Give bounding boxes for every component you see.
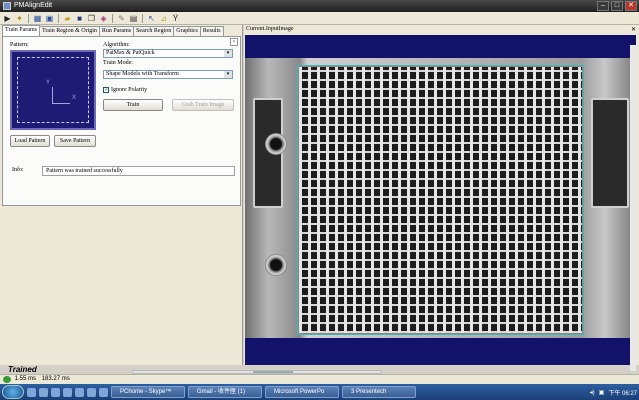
toolbar: ▶ ✦ ▦ ▣ ▰ ■ ❐ ◈ ✎ ▤ ↖ ⊿ Ÿ [0,12,639,25]
quicklaunch-icon[interactable] [87,387,96,397]
image-view-title: Current.InputImage [246,26,294,32]
app-icon [3,2,11,10]
algorithm-value: PatMax & PatQuick [106,50,155,56]
ignore-polarity-label: Ignore Polarity [111,87,148,93]
pattern-preview: X Y [10,50,96,130]
grid-icon[interactable]: ▦ [33,14,42,23]
chevron-down-icon: ▾ [224,71,232,78]
camera-image [245,58,636,338]
pattern-region [17,57,89,123]
run-time-2: 183.27 ms [41,376,70,382]
tab-run-params[interactable]: Run Params [98,26,135,36]
info-label: Info: [12,167,24,173]
quicklaunch-icon[interactable] [63,387,72,397]
save-pattern-button[interactable]: Save Pattern [54,135,96,147]
cursor-icon[interactable]: ↖ [147,14,156,23]
network-icon[interactable]: ▣ [599,389,605,396]
system-tray: ◂) ▣ 下午 06:27 [590,386,637,398]
taskbar-item-powerpoint[interactable]: Microsoft PowerPo [265,386,339,398]
edit-panel: Train Params Train Region & Origin Run P… [0,25,243,365]
search-region-outline [297,65,584,335]
maximize-button[interactable]: □ [611,1,623,11]
image-display-panel: Current.InputImage ✕ [244,25,639,371]
grab-train-image-button[interactable]: Grab Train Image [172,99,234,111]
taskbar-item-skype[interactable]: PChome - Skype™ [111,386,185,398]
run-time-1: 1.55 ms [14,376,37,382]
status-bar: 1.55 ms 183.27 ms [0,374,639,384]
magic-wand-icon[interactable]: ✦ [15,14,24,23]
train-mode-select[interactable]: Shape Models with Transform ▾ [103,70,233,79]
tab-search-region[interactable]: Search Region [133,26,175,36]
taskbar-item-presentech[interactable]: 3 Presentech [342,386,416,398]
copy-icon[interactable]: ❐ [87,14,96,23]
checkmark-icon: ✓ [103,87,110,93]
tab-graphics[interactable]: Graphics [173,26,201,36]
pattern-label: Pattern: [10,42,29,48]
window-controls: – □ ✕ [597,1,637,11]
tab-train-region-origin[interactable]: Train Region & Origin [38,26,100,36]
image-icon[interactable]: ▣ [45,14,54,23]
layers-icon[interactable]: ◈ [99,14,108,23]
window-title-bar: PMAlignEdit – □ ✕ [0,0,639,12]
chevron-down-icon: ▾ [224,50,232,57]
train-button[interactable]: Train [103,99,163,111]
tab-results[interactable]: Results [199,26,224,36]
origin-x-axis [52,103,70,104]
taskbar: PChome - Skype™ Gmail - 收件匣 (1) Microsof… [0,384,639,400]
screw-hole-top [265,133,287,155]
axis-y-label: Y [46,80,51,86]
toolbar-separator [28,13,29,23]
close-icon[interactable]: ✕ [631,26,636,33]
image-display[interactable] [245,35,636,371]
window-title: PMAlignEdit [14,2,53,9]
scroll-thumb[interactable] [253,371,293,373]
text-icon[interactable]: ▤ [129,14,138,23]
algorithm-label: Algorithm: [103,42,130,48]
chart-icon[interactable]: ⊿ [159,14,168,23]
open-icon[interactable]: ▰ [63,14,72,23]
save-icon[interactable]: ■ [75,14,84,23]
info-field: Pattern was trained successfully [42,166,235,176]
pin-icon[interactable]: ▫ [230,38,238,46]
close-button[interactable]: ✕ [625,1,637,11]
trained-status: Trained [8,365,37,374]
toolbar-separator [142,13,143,23]
axis-x-label: X [72,95,77,101]
ignore-polarity-checkbox[interactable]: ✓ Ignore Polarity [103,87,147,93]
toolbar-separator [58,13,59,23]
quicklaunch-icon[interactable] [27,387,36,397]
bracket-right [591,98,629,208]
volume-icon[interactable]: ◂) [590,389,595,396]
origin-y-axis [52,87,53,103]
train-mode-label: Train Mode: [103,60,133,66]
algorithm-select[interactable]: PatMax & PatQuick ▾ [103,49,233,58]
train-mode-value: Shape Models with Transform [106,71,179,77]
quicklaunch-icon[interactable] [39,387,48,397]
quicklaunch-icon[interactable] [51,387,60,397]
start-button[interactable] [2,385,24,399]
tune-icon[interactable]: Ÿ [171,14,180,23]
vertical-scrollbar[interactable] [630,45,636,371]
load-pattern-button[interactable]: Load Pattern [10,135,50,147]
quicklaunch-icon[interactable] [99,387,108,397]
paint-icon[interactable]: ✎ [117,14,126,23]
toolbar-separator [112,13,113,23]
clock[interactable]: 下午 06:27 [608,388,637,397]
quicklaunch-icon[interactable] [75,387,84,397]
minimize-button[interactable]: – [597,1,609,11]
play-icon[interactable]: ▶ [3,14,12,23]
screw-hole-bottom [265,254,287,276]
tab-train-params[interactable]: Train Params [2,25,40,36]
status-ok-icon [3,376,11,383]
taskbar-item-gmail[interactable]: Gmail - 收件匣 (1) [188,386,262,398]
